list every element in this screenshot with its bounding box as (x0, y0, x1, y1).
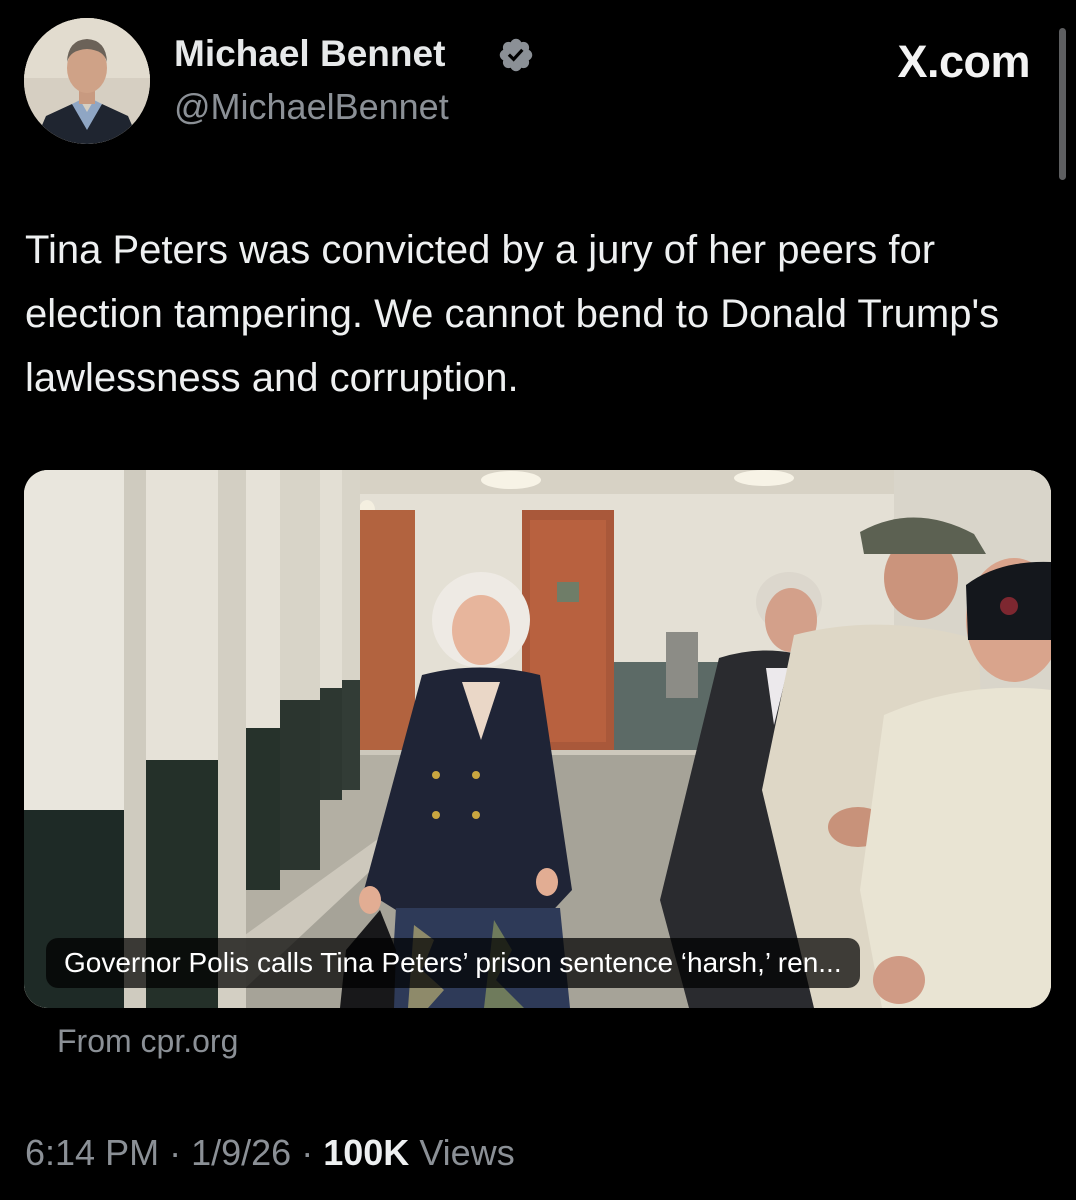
meta-separator: · (301, 1132, 314, 1173)
verified-badge-icon (499, 38, 533, 72)
author-name[interactable]: Michael Bennet (174, 33, 445, 75)
tweet-time[interactable]: 6:14 PM (25, 1132, 159, 1173)
card-photo (24, 470, 1051, 1008)
card-source[interactable]: From cpr.org (57, 1023, 238, 1060)
tweet: Michael Bennet @MichaelBennet X.com Tina… (0, 0, 1076, 1200)
tweet-date[interactable]: 1/9/26 (191, 1132, 291, 1173)
author-handle[interactable]: @MichaelBennet (174, 86, 449, 128)
card-headline[interactable]: Governor Polis calls Tina Peters’ prison… (46, 938, 860, 988)
views-count[interactable]: 100K (323, 1132, 409, 1173)
tweet-text: Tina Peters was convicted by a jury of h… (25, 228, 1000, 400)
avatar-photo (24, 18, 150, 144)
tweet-meta: 6:14 PM · 1/9/26 · 100K Views (25, 1132, 515, 1174)
views-label: Views (419, 1132, 515, 1173)
meta-separator: · (169, 1132, 182, 1173)
scrollbar[interactable] (1059, 28, 1066, 180)
brand-watermark: X.com (897, 36, 1030, 87)
link-card[interactable]: Governor Polis calls Tina Peters’ prison… (24, 470, 1051, 1008)
avatar[interactable] (24, 18, 150, 144)
